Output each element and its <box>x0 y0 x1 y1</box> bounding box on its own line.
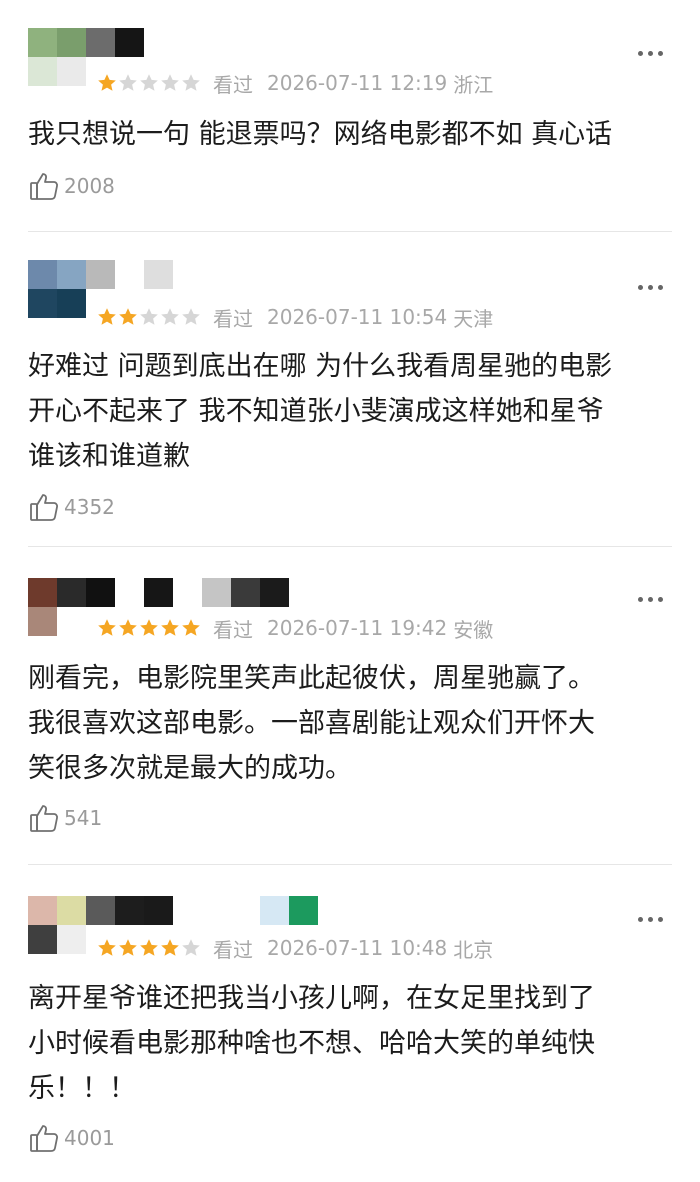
review-date: 2026-07-11 10:48 <box>267 936 448 960</box>
divider <box>28 546 672 547</box>
divider <box>28 864 672 865</box>
review-content: 离开星爷谁还把我当小孩儿啊，在女足里找到了 小时候看电影那种啥也不想、哈哈大笑的… <box>28 983 595 1104</box>
review-date: 2026-07-11 12:19 <box>267 71 448 95</box>
thumbs-up-icon <box>30 173 58 200</box>
like-count: 4001 <box>64 1126 115 1150</box>
review-region: 浙江 <box>453 72 494 97</box>
rating-stars <box>97 73 201 93</box>
more-dots-icon[interactable] <box>636 594 666 606</box>
review-meta: 看过 2026-07-11 19:42 安徽 <box>97 613 493 643</box>
star-filled-icon <box>140 619 158 636</box>
star-empty-icon <box>182 74 200 91</box>
thumbs-up-icon <box>30 1125 58 1152</box>
star-empty-icon <box>182 939 200 956</box>
review-content: 我只想说一句 能退票吗？网络电影都不如 真心话 <box>28 119 613 150</box>
star-filled-icon <box>161 939 179 956</box>
rating-stars <box>97 938 201 958</box>
star-empty-icon <box>140 308 158 325</box>
star-filled-icon <box>98 74 116 91</box>
star-filled-icon <box>98 939 116 956</box>
like-button[interactable]: 4001 <box>28 1120 115 1156</box>
star-filled-icon <box>140 939 158 956</box>
watched-label: 看过 <box>213 72 253 97</box>
review-region: 北京 <box>453 937 494 962</box>
rating-stars <box>97 618 201 638</box>
star-filled-icon <box>161 619 179 636</box>
like-count: 2008 <box>64 174 115 198</box>
like-button[interactable]: 541 <box>28 800 102 836</box>
like-button[interactable]: 2008 <box>28 168 115 204</box>
star-filled-icon <box>119 939 137 956</box>
star-empty-icon <box>182 308 200 325</box>
like-button[interactable]: 4352 <box>28 489 115 525</box>
star-filled-icon <box>182 619 200 636</box>
review-content: 刚看完，电影院里笑声此起彼伏，周星驰赢了。 我很喜欢这部电影。一部喜剧能让观众们… <box>28 663 595 784</box>
watched-label: 看过 <box>213 306 253 331</box>
star-empty-icon <box>119 74 137 91</box>
review-region: 天津 <box>453 306 494 331</box>
star-empty-icon <box>161 308 179 325</box>
review-date: 2026-07-11 19:42 <box>267 616 448 640</box>
more-dots-icon[interactable] <box>636 282 666 294</box>
watched-label: 看过 <box>213 937 253 962</box>
star-filled-icon <box>119 308 137 325</box>
star-filled-icon <box>119 619 137 636</box>
thumbs-up-icon <box>30 805 58 832</box>
watched-label: 看过 <box>213 617 253 642</box>
rating-stars <box>97 307 201 327</box>
more-dots-icon[interactable] <box>636 48 666 60</box>
like-count: 4352 <box>64 495 115 519</box>
star-filled-icon <box>98 619 116 636</box>
star-empty-icon <box>161 74 179 91</box>
like-count: 541 <box>64 806 103 830</box>
divider <box>28 231 672 232</box>
review-content: 好难过 问题到底出在哪 为什么我看周星驰的电影 开心不起来了 我不知道张小斐演成… <box>28 351 613 472</box>
review-region: 安徽 <box>453 617 494 642</box>
more-dots-icon[interactable] <box>636 914 666 926</box>
star-filled-icon <box>98 308 116 325</box>
review-date: 2026-07-11 10:54 <box>267 305 448 329</box>
star-empty-icon <box>140 74 158 91</box>
review-meta: 看过 2026-07-11 10:48 北京 <box>97 933 493 963</box>
review-meta: 看过 2026-07-11 10:54 天津 <box>97 302 493 332</box>
review-meta: 看过 2026-07-11 12:19 浙江 <box>97 68 493 98</box>
thumbs-up-icon <box>30 494 58 521</box>
